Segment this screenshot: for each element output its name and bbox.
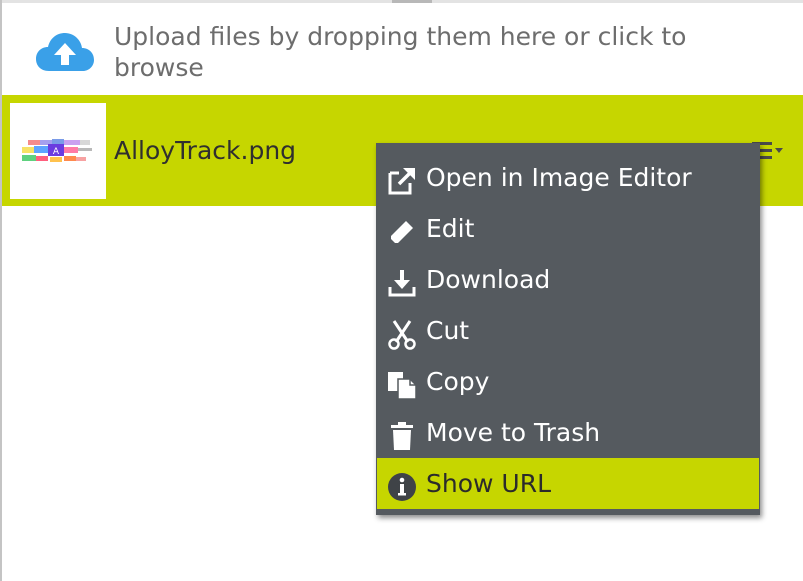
menu-item-label: Cut [426, 316, 470, 345]
file-name: AlloyTrack.png [114, 136, 297, 165]
menu-item-label: Copy [426, 367, 490, 396]
trash-icon [391, 422, 413, 450]
copy-icon [388, 372, 417, 400]
menu-item-label: Open in Image Editor [426, 163, 692, 192]
external-link-icon [388, 168, 415, 195]
menu-item-move-to-trash[interactable]: Move to Trash [377, 407, 759, 458]
menu-item-edit[interactable]: Edit [377, 203, 759, 254]
context-menu: Open in Image Editor Edit Download Cut C… [376, 143, 760, 515]
menu-item-label: Edit [426, 214, 475, 243]
upload-instructions: Upload files by dropping them here or cl… [114, 22, 687, 82]
pencil-icon [391, 221, 413, 243]
download-icon [388, 270, 416, 297]
menu-item-download[interactable]: Download [377, 254, 759, 305]
thumbnail-image: A [22, 139, 92, 162]
menu-item-show-url[interactable]: Show URL [377, 458, 759, 509]
menu-item-copy[interactable]: Copy [377, 356, 759, 407]
menu-item-cut[interactable]: Cut [377, 305, 759, 356]
cloud-upload-icon [36, 33, 94, 71]
svg-text:A: A [53, 147, 60, 157]
menu-item-label: Move to Trash [426, 418, 601, 447]
upload-dropzone[interactable]: Upload files by dropping them here or cl… [2, 3, 803, 95]
menu-item-label: Download [426, 265, 551, 294]
scissors-icon [388, 320, 416, 350]
menu-item-label: Show URL [426, 469, 551, 498]
info-icon [388, 473, 416, 501]
menu-item-open-in-image-editor[interactable]: Open in Image Editor [377, 152, 759, 203]
file-thumbnail: A [10, 103, 106, 199]
